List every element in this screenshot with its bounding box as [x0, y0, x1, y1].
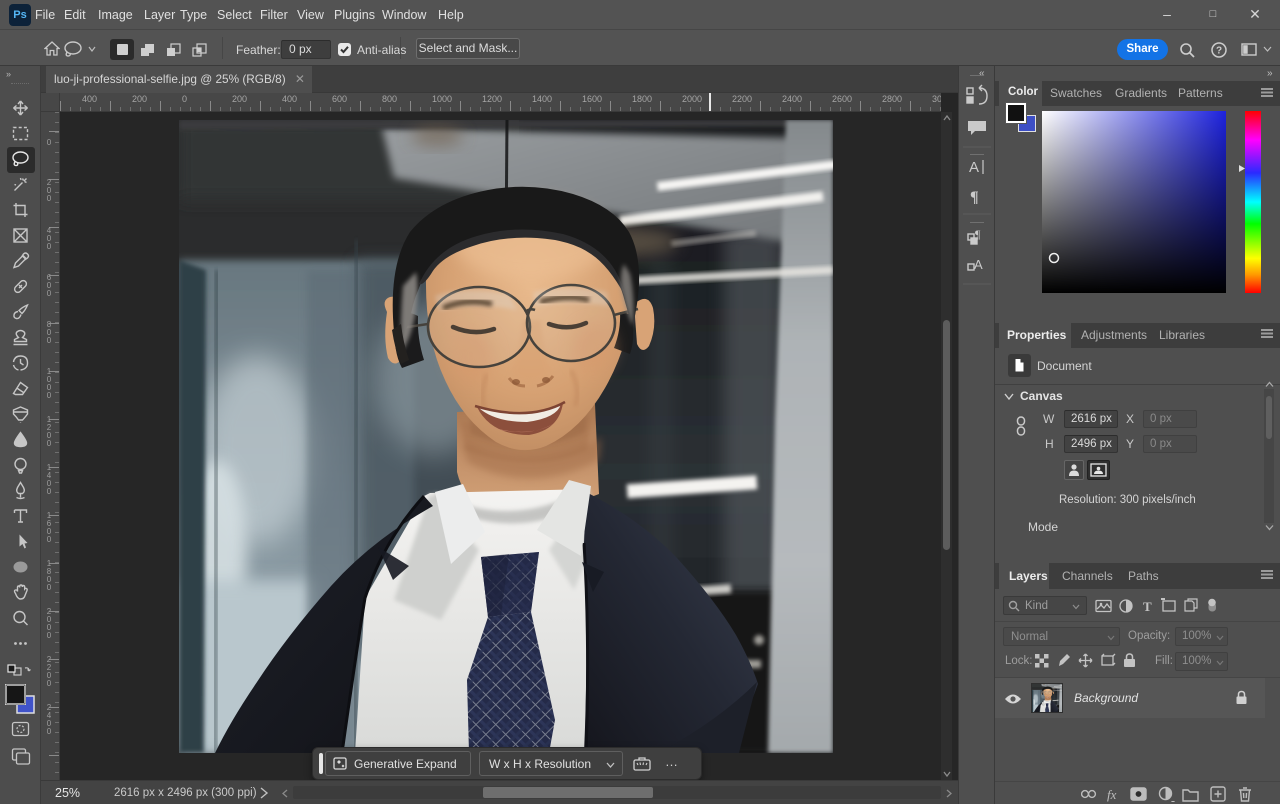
svg-text:T: T — [1143, 599, 1152, 614]
svg-text:fx: fx — [1107, 787, 1117, 802]
svg-text:A: A — [974, 257, 983, 272]
svg-text:?: ? — [1216, 46, 1222, 57]
svg-text:¶: ¶ — [970, 189, 979, 206]
svg-text:A: A — [969, 159, 979, 176]
